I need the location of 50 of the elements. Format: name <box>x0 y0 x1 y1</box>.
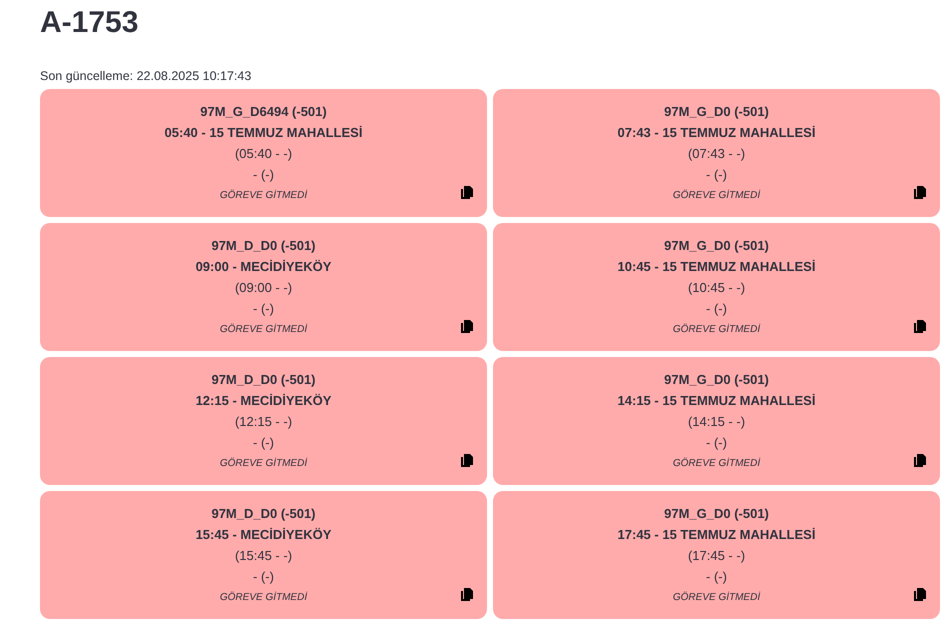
trip-actual: - (-) <box>706 434 727 452</box>
trip-times: (05:40 - -) <box>234 145 292 163</box>
trip-code: 97M_G_D6494 (-501) <box>200 103 327 121</box>
trip-code: 97M_G_D0 (-501) <box>664 237 769 255</box>
trip-status: GÖREVE GİTMEDİ <box>220 590 308 605</box>
copy-icon[interactable] <box>461 588 473 601</box>
copy-icon[interactable] <box>461 186 473 199</box>
trip-status: GÖREVE GİTMEDİ <box>672 456 760 471</box>
trip-code: 97M_D_D0 (-501) <box>211 505 316 523</box>
trip-times: (07:43 - -) <box>688 145 746 163</box>
trip-times: (17:45 - -) <box>688 547 746 565</box>
trip-times: (10:45 - -) <box>688 279 746 297</box>
copy-icon[interactable] <box>914 320 926 333</box>
trip-actual: - (-) <box>706 166 727 184</box>
trip-departure: 14:15 - 15 TEMMUZ MAHALLESİ <box>618 392 816 410</box>
trip-status: GÖREVE GİTMEDİ <box>672 590 760 605</box>
trip-status: GÖREVE GİTMEDİ <box>672 322 760 337</box>
trip-actual: - (-) <box>253 434 274 452</box>
last-updated-text: Son güncelleme: 22.08.2025 10:17:43 <box>40 68 252 84</box>
copy-icon[interactable] <box>914 588 926 601</box>
trip-status: GÖREVE GİTMEDİ <box>672 188 760 203</box>
trip-times: (09:00 - -) <box>234 279 292 297</box>
copy-icon[interactable] <box>461 320 473 333</box>
trip-status: GÖREVE GİTMEDİ <box>220 322 308 337</box>
trip-times: (14:15 - -) <box>688 413 746 431</box>
trip-actual: - (-) <box>706 300 727 318</box>
trip-departure: 12:15 - MECİDİYEKÖY <box>196 392 332 410</box>
copy-icon[interactable] <box>461 454 473 467</box>
trip-code: 97M_G_D0 (-501) <box>664 505 769 523</box>
trip-times: (12:15 - -) <box>234 413 292 431</box>
trip-code: 97M_D_D0 (-501) <box>211 237 316 255</box>
trip-departure: 10:45 - 15 TEMMUZ MAHALLESİ <box>618 258 816 276</box>
trip-actual: - (-) <box>253 568 274 586</box>
trip-actual: - (-) <box>706 568 727 586</box>
trip-departure: 17:45 - 15 TEMMUZ MAHALLESİ <box>618 526 816 544</box>
trip-code: 97M_G_D0 (-501) <box>664 103 769 121</box>
trip-departure: 15:45 - MECİDİYEKÖY <box>196 526 332 544</box>
trip-departure: 05:40 - 15 TEMMUZ MAHALLESİ <box>164 124 362 142</box>
copy-icon[interactable] <box>914 186 926 199</box>
trip-actual: - (-) <box>253 166 274 184</box>
trip-code: 97M_G_D0 (-501) <box>664 371 769 389</box>
trip-departure: 07:43 - 15 TEMMUZ MAHALLESİ <box>618 124 816 142</box>
trip-code: 97M_D_D0 (-501) <box>211 371 316 389</box>
trip-actual: - (-) <box>253 300 274 318</box>
copy-icon[interactable] <box>914 454 926 467</box>
trip-times: (15:45 - -) <box>234 547 292 565</box>
trip-departure: 09:00 - MECİDİYEKÖY <box>196 258 332 276</box>
trip-status: GÖREVE GİTMEDİ <box>220 188 308 203</box>
page-title: A-1753 <box>40 5 138 41</box>
trip-status: GÖREVE GİTMEDİ <box>220 456 308 471</box>
